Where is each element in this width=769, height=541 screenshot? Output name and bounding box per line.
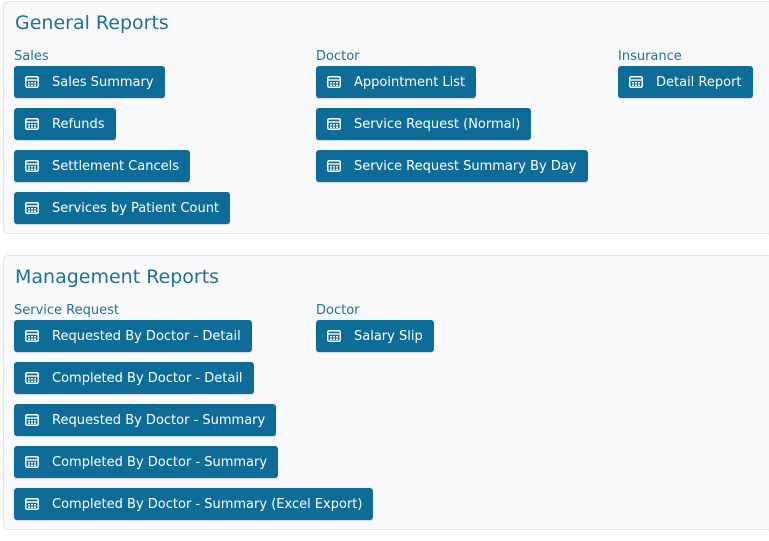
management-reports-card: Management Reports Service Request Reque… <box>3 255 769 530</box>
services-by-patient-count-label: Services by Patient Count <box>52 200 220 216</box>
service-request-summary-by-day-button[interactable]: Service Request Summary By Day <box>316 150 588 182</box>
requested-by-doctor-summary-button[interactable]: Requested By Doctor - Summary <box>14 404 277 436</box>
sales-summary-label: Sales Summary <box>52 74 154 90</box>
refunds-button[interactable]: Refunds <box>14 108 116 140</box>
sales-report-list: Sales Summary Refunds Settlement Cancels… <box>14 66 304 224</box>
completed-by-doctor-detail-button[interactable]: Completed By Doctor - Detail <box>14 362 254 394</box>
report-icon <box>25 372 39 384</box>
insurance-column-label: Insurance <box>618 49 682 64</box>
sales-column: Sales Sales Summary Refunds Settlement C… <box>14 48 304 234</box>
service-request-column-label: Service Request <box>14 303 119 318</box>
sales-summary-button[interactable]: Sales Summary <box>14 66 165 98</box>
service-request-normal-label: Service Request (Normal) <box>354 116 521 132</box>
completed-by-doctor-detail-label: Completed By Doctor - Detail <box>52 370 243 386</box>
doctor-report-list: Appointment List Service Request (Normal… <box>316 66 606 182</box>
insurance-report-list: Detail Report <box>618 66 768 98</box>
requested-by-doctor-summary-label: Requested By Doctor - Summary <box>52 412 266 428</box>
doctor-column: Doctor Appointment List Service Request … <box>316 48 606 192</box>
report-icon <box>327 76 341 88</box>
doctor-column-label: Doctor <box>316 49 360 64</box>
report-icon <box>327 330 341 342</box>
detail-report-button[interactable]: Detail Report <box>618 66 753 98</box>
service-request-summary-by-day-label: Service Request Summary By Day <box>354 158 577 174</box>
appointment-list-label: Appointment List <box>354 74 466 90</box>
salary-slip-button[interactable]: Salary Slip <box>316 320 434 352</box>
settlement-cancels-label: Settlement Cancels <box>52 158 179 174</box>
detail-report-label: Detail Report <box>656 74 742 90</box>
services-by-patient-count-button[interactable]: Services by Patient Count <box>14 192 231 224</box>
management-doctor-column: Doctor Salary Slip <box>316 302 606 362</box>
service-request-report-list: Requested By Doctor - Detail Completed B… <box>14 320 374 520</box>
sales-column-label: Sales <box>14 49 49 64</box>
service-request-normal-button[interactable]: Service Request (Normal) <box>316 108 532 140</box>
service-request-column: Service Request Requested By Doctor - De… <box>14 302 374 530</box>
insurance-column: Insurance Detail Report <box>618 48 768 108</box>
general-reports-card: General Reports Sales Sales Summary Refu… <box>3 1 769 234</box>
completed-by-doctor-summary-button[interactable]: Completed By Doctor - Summary <box>14 446 279 478</box>
report-icon <box>25 456 39 468</box>
report-icon <box>629 76 643 88</box>
report-icon <box>25 498 39 510</box>
salary-slip-label: Salary Slip <box>354 328 423 344</box>
report-icon <box>327 118 341 130</box>
requested-by-doctor-detail-button[interactable]: Requested By Doctor - Detail <box>14 320 252 352</box>
report-icon <box>25 160 39 172</box>
completed-by-doctor-summary-label: Completed By Doctor - Summary <box>52 454 268 470</box>
requested-by-doctor-detail-label: Requested By Doctor - Detail <box>52 328 241 344</box>
management-doctor-column-label: Doctor <box>316 303 360 318</box>
report-icon <box>25 414 39 426</box>
general-reports-title: General Reports <box>15 12 169 34</box>
appointment-list-button[interactable]: Appointment List <box>316 66 477 98</box>
report-icon <box>25 202 39 214</box>
report-icon <box>25 330 39 342</box>
report-icon <box>25 118 39 130</box>
refunds-label: Refunds <box>52 116 105 132</box>
report-icon <box>327 160 341 172</box>
report-icon <box>25 76 39 88</box>
completed-by-doctor-summary-excel-export-button[interactable]: Completed By Doctor - Summary (Excel Exp… <box>14 488 374 520</box>
management-reports-title: Management Reports <box>15 266 220 288</box>
settlement-cancels-button[interactable]: Settlement Cancels <box>14 150 190 182</box>
completed-by-doctor-summary-excel-export-label: Completed By Doctor - Summary (Excel Exp… <box>52 496 363 512</box>
management-doctor-report-list: Salary Slip <box>316 320 606 352</box>
